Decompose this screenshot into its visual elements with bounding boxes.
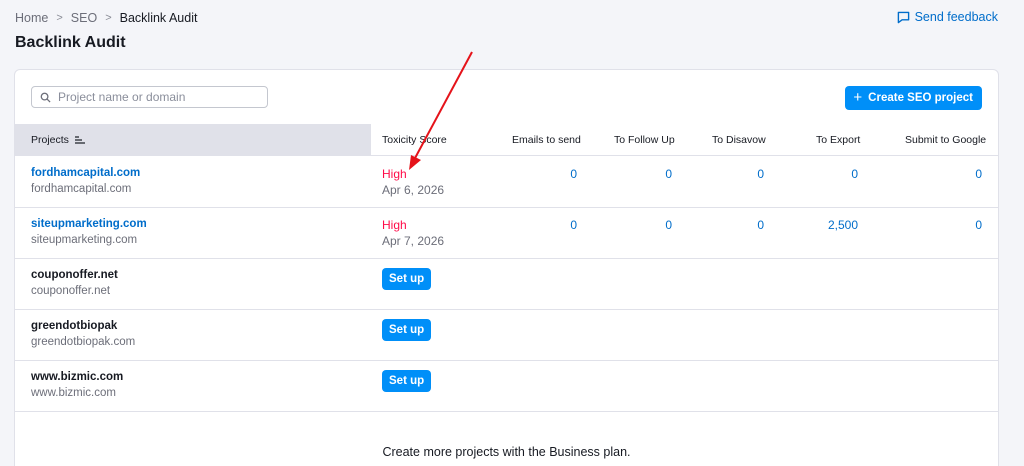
- search-input[interactable]: [58, 90, 258, 104]
- column-emails-to-send[interactable]: Emails to send: [512, 134, 581, 146]
- project-domain: fordhamcapital.com: [31, 183, 132, 195]
- to-disavow-value[interactable]: 0: [757, 167, 764, 181]
- search-icon: [40, 92, 51, 103]
- send-feedback-label: Send feedback: [914, 10, 998, 24]
- column-to-export[interactable]: To Export: [816, 134, 860, 146]
- project-domain: siteupmarketing.com: [31, 234, 138, 246]
- project-name[interactable]: fordhamcapital.com: [31, 167, 140, 179]
- page-title: Backlink Audit: [15, 34, 126, 51]
- project-name[interactable]: siteupmarketing.com: [31, 218, 147, 230]
- column-submit-to-google[interactable]: Submit to Google: [905, 134, 986, 146]
- project-domain: greendotbiopak.com: [31, 336, 136, 348]
- breadcrumb: Home > SEO > Backlink Audit: [15, 11, 197, 25]
- to-follow-up-value[interactable]: 0: [665, 167, 672, 181]
- send-feedback-link[interactable]: Send feedback: [897, 10, 998, 24]
- table-row: greendotbiopak greendotbiopak.com Set up: [15, 310, 998, 361]
- emails-to-send-value[interactable]: 0: [570, 218, 577, 232]
- breadcrumb-seo[interactable]: SEO: [71, 11, 97, 25]
- sort-icon[interactable]: [74, 135, 85, 144]
- table-row: www.bizmic.com www.bizmic.com Set up: [15, 361, 998, 412]
- create-seo-project-label: Create SEO project: [868, 92, 973, 104]
- breadcrumb-separator: >: [105, 12, 112, 24]
- audit-date: Apr 7, 2026: [382, 234, 445, 248]
- project-domain: couponoffer.net: [31, 285, 111, 297]
- project-search[interactable]: [31, 86, 268, 108]
- project-name: www.bizmic.com: [31, 371, 124, 383]
- audit-date: Apr 6, 2026: [382, 183, 445, 197]
- set-up-button[interactable]: Set up: [382, 268, 432, 290]
- emails-to-send-value[interactable]: 0: [570, 167, 577, 181]
- to-follow-up-value[interactable]: 0: [665, 218, 672, 232]
- to-export-value[interactable]: 2,500: [828, 218, 858, 232]
- feedback-icon: [897, 11, 909, 23]
- breadcrumb-current: Backlink Audit: [119, 11, 198, 25]
- upgrade-message: Create more projects with the Business p…: [382, 445, 631, 459]
- set-up-button[interactable]: Set up: [382, 319, 432, 341]
- to-disavow-value[interactable]: 0: [757, 218, 764, 232]
- project-name: greendotbiopak: [31, 320, 118, 332]
- submit-to-google-value[interactable]: 0: [975, 167, 982, 181]
- breadcrumb-separator: >: [56, 12, 63, 24]
- set-up-button[interactable]: Set up: [382, 370, 432, 392]
- create-seo-project-button[interactable]: + Create SEO project: [845, 86, 982, 110]
- table-row: fordhamcapital.com fordhamcapital.com Hi…: [15, 157, 998, 208]
- toxicity-score[interactable]: High: [382, 167, 407, 181]
- column-projects-label: Projects: [31, 133, 69, 146]
- submit-to-google-value[interactable]: 0: [975, 218, 982, 232]
- column-toxicity-score[interactable]: Toxicity Score: [382, 134, 447, 146]
- plus-icon: +: [853, 89, 863, 106]
- project-domain: www.bizmic.com: [31, 387, 116, 399]
- breadcrumb-home[interactable]: Home: [15, 11, 48, 25]
- toxicity-score[interactable]: High: [382, 218, 407, 232]
- project-name: couponoffer.net: [31, 269, 118, 281]
- projects-card: + Create SEO project Projects Toxicity S…: [14, 69, 999, 466]
- table-row: siteupmarketing.com siteupmarketing.com …: [15, 208, 998, 259]
- column-to-disavow[interactable]: To Disavow: [712, 134, 766, 146]
- to-export-value[interactable]: 0: [851, 167, 858, 181]
- table-header: Projects Toxicity Score Emails to send T…: [15, 124, 998, 156]
- column-projects[interactable]: Projects: [15, 124, 371, 155]
- table-row: couponoffer.net couponoffer.net Set up: [15, 259, 998, 310]
- column-to-follow-up[interactable]: To Follow Up: [614, 134, 675, 146]
